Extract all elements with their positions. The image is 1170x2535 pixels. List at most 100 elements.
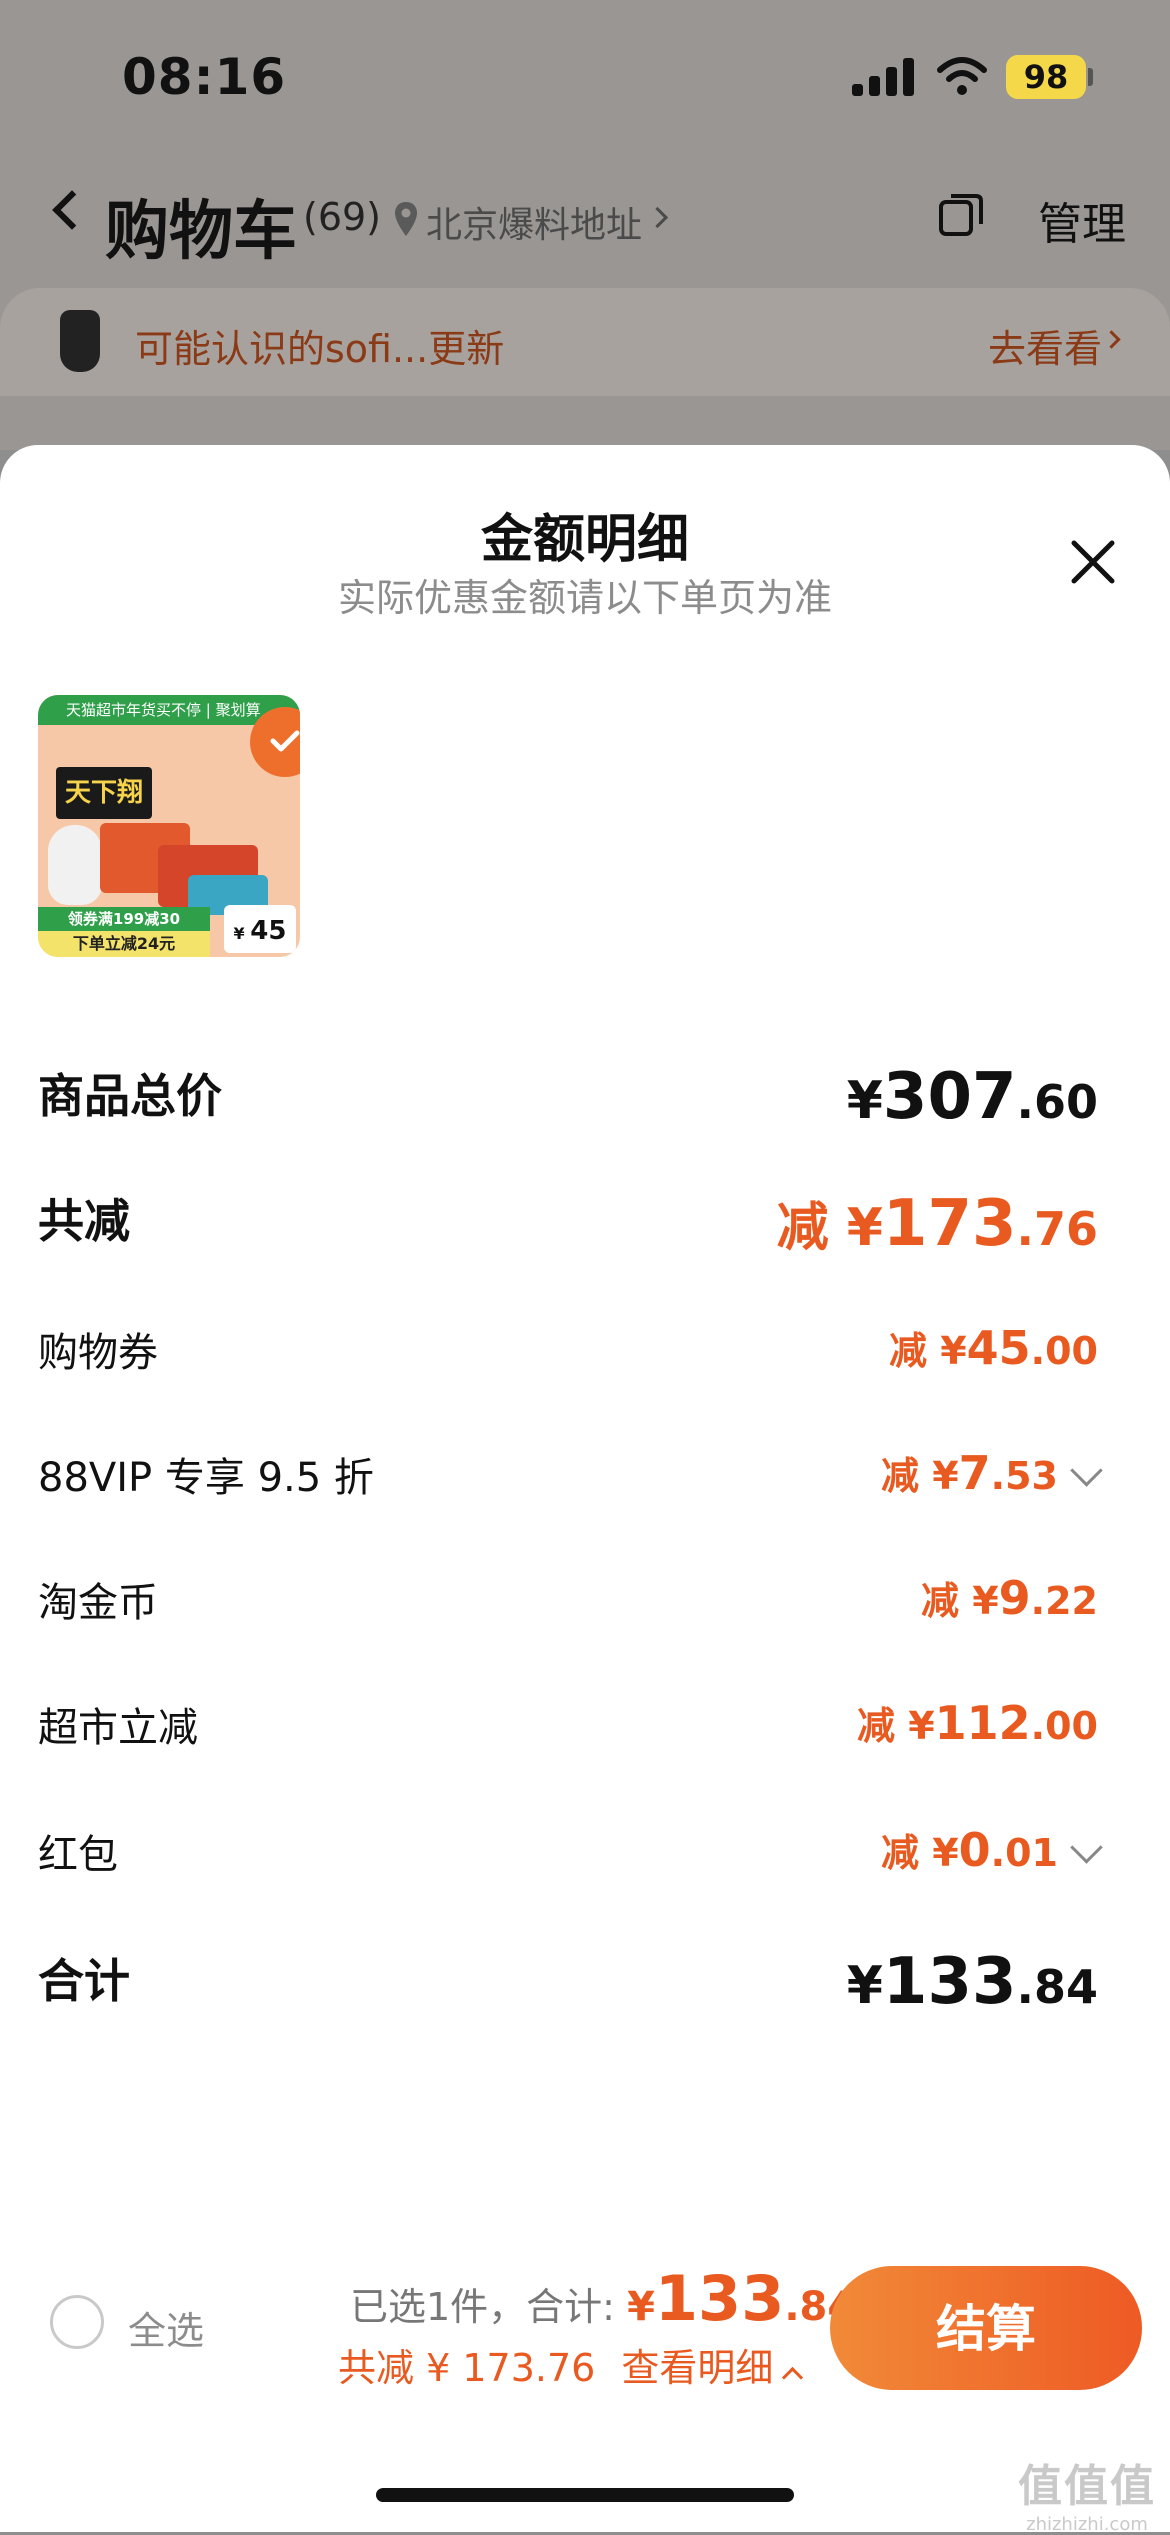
discount-prefix: 减	[776, 1198, 847, 1258]
select-all-checkbox[interactable]	[50, 2295, 104, 2349]
yen-symbol: ¥	[972, 1579, 999, 1623]
row-amount: ¥133.84	[847, 1945, 1098, 2019]
row-label: 88VIP 专享 9.5 折	[38, 1455, 374, 1501]
address-chevron-icon	[646, 206, 669, 229]
row-88vip-discount[interactable]: 88VIP 专享 9.5 折 减 ¥7.53	[38, 1445, 1103, 1515]
discount-prefix: 减	[888, 1329, 941, 1373]
background-page: 08:16 98 购物车 (69) 北京爆料地址 管理 可能认识的sofi...…	[0, 0, 1170, 450]
bunny-mascot-icon	[48, 825, 102, 905]
amount-decimal: .00	[1030, 1329, 1098, 1373]
amount-decimal: .22	[1030, 1579, 1098, 1623]
product-thumbnail[interactable]: 天猫超市年货买不停 | 聚划算 天下翔 领券满199减30 下单立减24元 ¥ …	[38, 695, 300, 957]
row-taojinbi: 淘金币 减 ¥9.22	[38, 1570, 1098, 1640]
notice-text: 可能认识的sofi...更新	[135, 327, 505, 371]
row-supermarket-discount: 超市立减 减 ¥112.00	[38, 1695, 1098, 1765]
row-amount: 减 ¥45.00	[889, 1320, 1098, 1375]
sheet-title: 金额明细	[480, 510, 689, 570]
manage-button[interactable]: 管理	[1038, 188, 1126, 252]
status-bar: 08:16 98	[0, 0, 1170, 150]
row-label: 购物券	[38, 1330, 158, 1376]
yen-symbol: ¥	[846, 1956, 883, 2016]
row-label: 超市立减	[38, 1705, 198, 1751]
amount-integer: 7	[958, 1446, 991, 1500]
notice-chevron-icon	[1102, 330, 1121, 349]
discount-prefix: 减	[856, 1704, 909, 1748]
row-label: 商品总价	[38, 1069, 222, 1123]
thumbnail-brand: 天下翔	[56, 767, 152, 819]
amount-integer: 9	[998, 1571, 1031, 1625]
row-label: 红包	[38, 1832, 118, 1878]
total-integer: 133	[654, 2262, 785, 2335]
yen-symbol: ¥	[846, 1071, 883, 1131]
row-subtotal: 商品总价 ¥307.60	[38, 1060, 1098, 1134]
thumbnail-promo-bottom: 下单立减24元	[38, 931, 210, 957]
discount-prefix: 减	[880, 1454, 933, 1498]
order-summary: 已选1件，合计: ¥133.84	[350, 2262, 855, 2335]
amount-integer: 307	[882, 1060, 1017, 1134]
yen-symbol: ¥	[908, 1704, 935, 1748]
view-detail-link[interactable]: 查看明细	[621, 2346, 773, 2390]
total-yen: ¥	[627, 2284, 655, 2330]
amount-integer: 133	[882, 1945, 1017, 2019]
expand-chevron-icon[interactable]	[1070, 1831, 1103, 1864]
battery-level: 98	[1023, 58, 1069, 96]
row-amount: 减 ¥112.00	[857, 1695, 1098, 1750]
thumbnail-price-value: 45	[250, 916, 287, 946]
thumbnail-promo-bar: 领券满199减30	[38, 907, 210, 931]
notice-link[interactable]: 去看看	[988, 318, 1102, 373]
row-amount: 减 ¥7.53	[881, 1445, 1058, 1500]
discount-prefix: 减	[880, 1831, 933, 1875]
delivery-address[interactable]: 北京爆料地址	[426, 196, 642, 248]
copy-share-icon[interactable]	[938, 192, 984, 238]
status-time: 08:16	[122, 48, 287, 106]
thumbnail-price: ¥ 45	[224, 905, 296, 953]
chevron-up-icon	[782, 2366, 804, 2389]
battery-indicator: 98	[1006, 55, 1086, 99]
saving-summary[interactable]: 共减 ¥ 173.76 查看明细	[338, 2337, 804, 2392]
location-pin-icon	[395, 202, 417, 236]
yen-symbol: ¥	[846, 1198, 883, 1258]
sheet-subtitle: 实际优惠金额请以下单页为准	[337, 576, 832, 620]
row-label: 共减	[38, 1194, 130, 1248]
cellular-signal-icon	[852, 58, 914, 96]
battery-tip-icon	[1088, 68, 1093, 86]
notice-banner[interactable]: 可能认识的sofi...更新 去看看	[0, 288, 1170, 396]
row-amount: 减 ¥9.22	[921, 1570, 1098, 1625]
notice-avatar	[60, 310, 100, 372]
amount-decimal: .00	[1030, 1704, 1098, 1748]
checkout-button[interactable]: 结算	[830, 2266, 1142, 2390]
wifi-icon	[937, 57, 987, 95]
yen-symbol: ¥	[932, 1454, 959, 1498]
cart-count: (69)	[303, 195, 382, 239]
amount-decimal: .01	[990, 1831, 1058, 1875]
row-amount: 减 ¥0.01	[881, 1822, 1058, 1877]
nav-bar: 购物车 (69) 北京爆料地址 管理	[0, 170, 1170, 270]
row-total-discount: 共减 减 ¥173.76	[38, 1185, 1099, 1261]
yen-symbol: ¥	[932, 1831, 959, 1875]
page-title: 购物车	[105, 195, 297, 269]
watermark: 值值值 zhizhizhi.com	[1012, 2450, 1162, 2535]
amount-decimal: .84	[1016, 1960, 1099, 2014]
discount-prefix: 减	[920, 1579, 973, 1623]
row-shopping-voucher: 购物券 减 ¥45.00	[38, 1320, 1098, 1390]
expand-chevron-icon[interactable]	[1070, 1454, 1103, 1487]
selected-count-text: 已选1件，合计:	[350, 2285, 615, 2329]
amount-integer: 112	[934, 1696, 1031, 1750]
amount-integer: 45	[966, 1321, 1031, 1375]
saving-text: 共减 ¥ 173.76	[338, 2346, 596, 2390]
close-icon[interactable]	[1068, 537, 1118, 587]
yen-symbol: ¥	[940, 1329, 967, 1373]
row-grand-total: 合计 ¥133.84	[38, 1945, 1098, 2019]
watermark-logo: 值值值	[1018, 2461, 1156, 2512]
amount-decimal: .76	[1016, 1202, 1099, 1256]
amount-integer: 173	[882, 1187, 1017, 1261]
home-indicator[interactable]	[376, 2488, 794, 2502]
amount-decimal: .53	[990, 1454, 1058, 1498]
row-amount: ¥307.60	[847, 1060, 1098, 1134]
row-red-packet[interactable]: 红包 减 ¥0.01	[38, 1822, 1103, 1892]
row-label: 合计	[38, 1954, 130, 2008]
back-icon[interactable]	[52, 190, 92, 230]
row-label: 淘金币	[38, 1580, 158, 1626]
select-all-label[interactable]: 全选	[128, 2300, 204, 2355]
amount-decimal: .60	[1016, 1075, 1099, 1129]
